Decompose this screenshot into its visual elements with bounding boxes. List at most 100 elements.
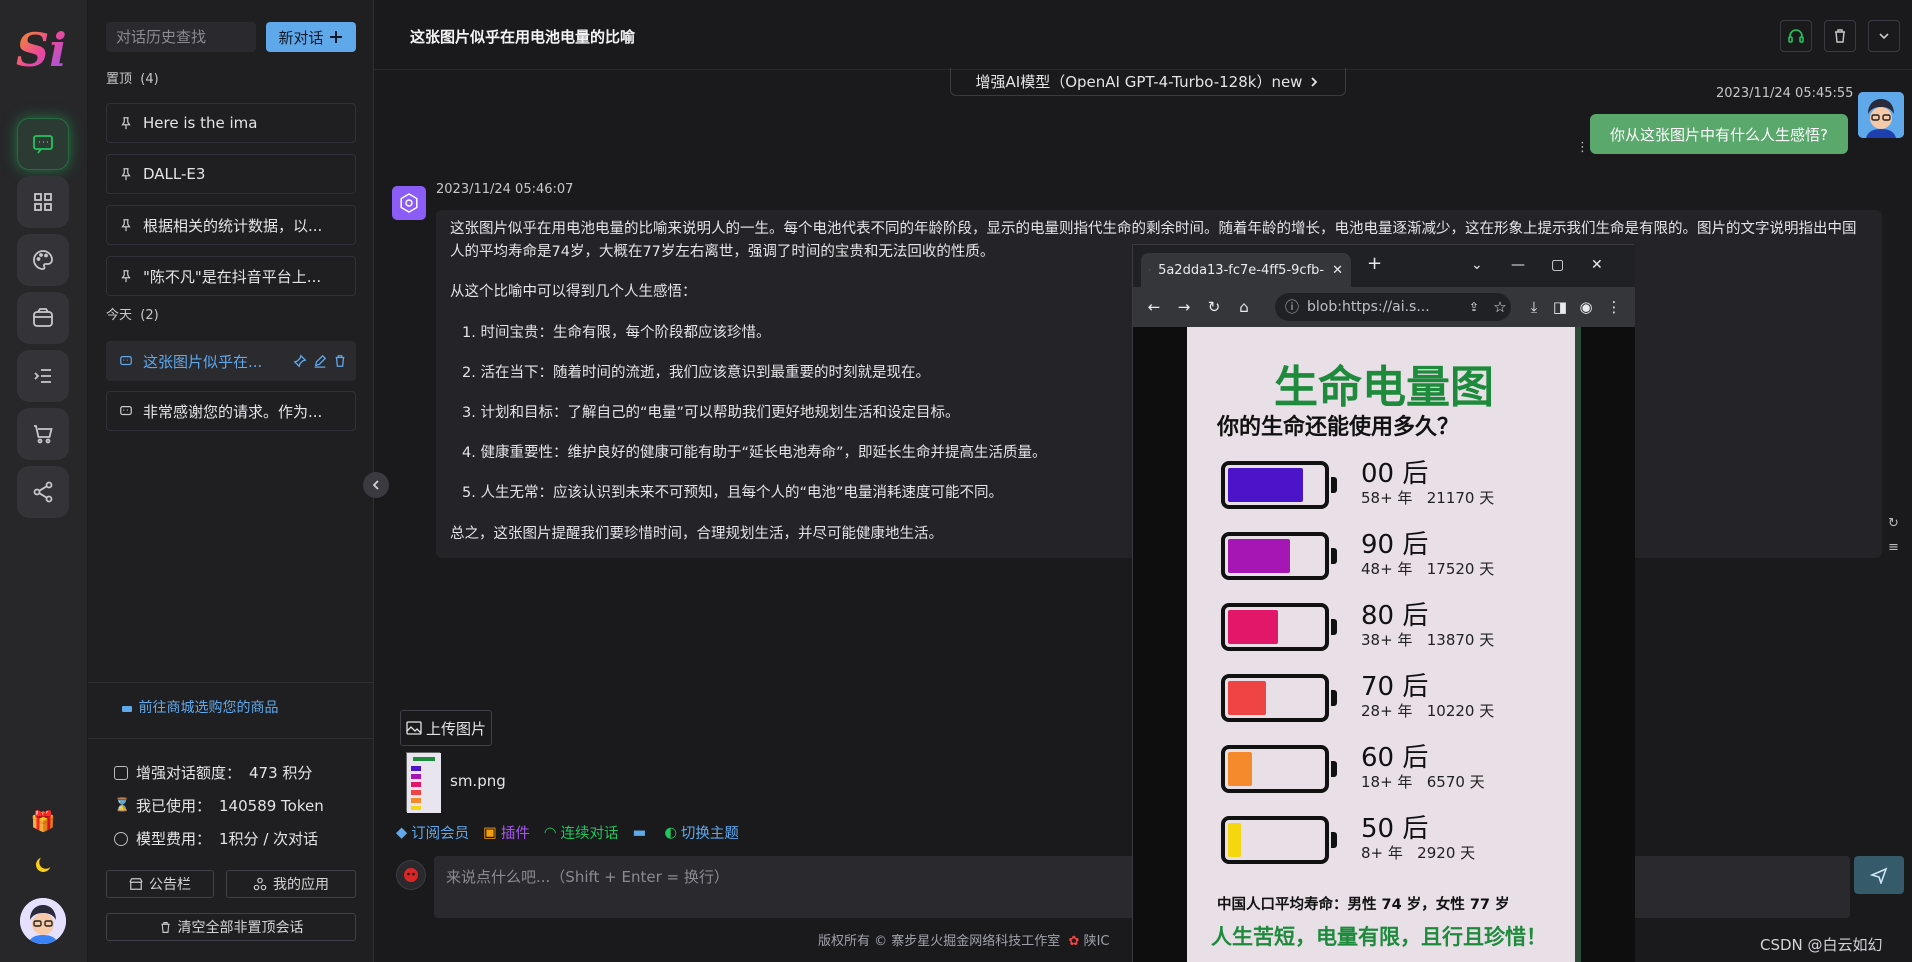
new-tab-icon[interactable]: + bbox=[1367, 253, 1382, 274]
continuous-chat-tool[interactable]: ◠ 连续对话 bbox=[544, 822, 619, 843]
active-conversation[interactable]: 这张图片似乎在... bbox=[106, 341, 356, 381]
chat-nav-button[interactable] bbox=[17, 118, 69, 170]
moon-icon[interactable] bbox=[30, 852, 56, 878]
home-icon[interactable]: ⌂ bbox=[1233, 296, 1255, 318]
tab-search-icon[interactable]: ⌄ bbox=[1471, 257, 1483, 273]
lines-icon[interactable]: ≡ bbox=[1888, 540, 1899, 555]
apps-nav-button[interactable] bbox=[17, 176, 69, 228]
shop-link[interactable]: 前往商城选购您的商品 bbox=[122, 697, 278, 717]
pinned-conversation[interactable]: "陈不凡"是在抖音平台上... bbox=[106, 256, 356, 296]
pinned-conversation[interactable]: 根据相关的统计数据，以... bbox=[106, 205, 356, 245]
subscribe-tool[interactable]: ◆ 订阅会员 bbox=[396, 822, 469, 843]
edit-icon[interactable] bbox=[313, 354, 327, 368]
chat-icon bbox=[33, 135, 53, 154]
list-nav-button[interactable] bbox=[17, 350, 69, 402]
pinned-count: (4) bbox=[140, 72, 159, 87]
refresh-icon[interactable]: ↻ bbox=[1888, 516, 1899, 531]
top-bar: 这张图片似乎在用电池电量的比喻 bbox=[374, 0, 1912, 70]
battery-icon bbox=[1221, 816, 1337, 864]
battery-fill bbox=[1228, 610, 1278, 644]
browser-tab[interactable]: 5a2dda13-fc7e-4ff5-9cfb- ✕ bbox=[1141, 253, 1351, 287]
generation-label: 00 后 bbox=[1361, 459, 1429, 489]
attachment-thumbnail[interactable] bbox=[406, 752, 441, 813]
today-conversation[interactable]: 非常感谢您的请求。作为... bbox=[106, 391, 356, 431]
send-button[interactable] bbox=[1854, 856, 1904, 894]
mask-button[interactable] bbox=[396, 860, 426, 890]
conversation-title: DALL-E3 bbox=[143, 165, 206, 183]
maximize-icon[interactable]: ▢ bbox=[1551, 257, 1564, 273]
chat-bubble-icon bbox=[120, 356, 132, 366]
trash-icon bbox=[160, 921, 170, 933]
gift-icon[interactable]: 🎁 bbox=[30, 808, 56, 834]
delete-chat-button[interactable] bbox=[1824, 20, 1856, 52]
footer: 版权所有 © 寨步星火掘金网络科技工作室 ✿ 陕IC bbox=[818, 930, 1110, 949]
profile-icon[interactable]: ◉ bbox=[1575, 296, 1597, 318]
list-indent-icon bbox=[34, 369, 51, 383]
pin-icon bbox=[121, 168, 131, 181]
more-options-button[interactable] bbox=[1868, 20, 1900, 52]
stat-label: 增强对话额度： bbox=[136, 764, 242, 782]
credit-stat: 增强对话额度： 473 积分 bbox=[114, 762, 312, 783]
generation-remaining: 38+ 年 13870 天 bbox=[1361, 631, 1495, 649]
user-avatar[interactable] bbox=[20, 898, 66, 944]
chat-bubble-icon bbox=[120, 406, 132, 416]
beian-icon: ✿ bbox=[1068, 934, 1080, 949]
copyright-text: 版权所有 © 寨步星火掘金网络科技工作室 bbox=[818, 934, 1061, 949]
cost-stat: 模型费用： 1积分 / 次对话 bbox=[114, 828, 318, 849]
keyboard-icon: ▬ bbox=[632, 824, 647, 841]
bookmark-star-icon[interactable]: ☆ bbox=[1489, 296, 1511, 318]
send-icon bbox=[1870, 867, 1888, 884]
model-selector[interactable]: 增强AI模型（OpenAI GPT-4-Turbo-128k）new bbox=[950, 68, 1346, 96]
back-icon[interactable]: ← bbox=[1143, 296, 1165, 318]
headset-button[interactable] bbox=[1780, 20, 1812, 52]
wallet-icon bbox=[33, 308, 53, 327]
theme-toggle-tool[interactable]: ◐ 切换主题 bbox=[664, 822, 739, 843]
generation-remaining: 48+ 年 17520 天 bbox=[1361, 560, 1495, 578]
share-icon bbox=[33, 481, 53, 503]
pinned-conversation[interactable]: Here is the ima bbox=[106, 103, 356, 143]
delete-icon[interactable] bbox=[333, 354, 347, 368]
share-nav-button[interactable] bbox=[17, 466, 69, 518]
message-menu-icon[interactable]: ⋮ bbox=[1576, 140, 1589, 155]
stat-value: 1积分 / 次对话 bbox=[219, 830, 319, 848]
plugin-icon: ▣ bbox=[483, 824, 497, 841]
draw-nav-button[interactable] bbox=[17, 234, 69, 286]
browser-toolbar: ← → ↻ ⌂ ⓘ blob:https://ai.s... ⇪ ☆ ⤓ ◨ ◉… bbox=[1133, 287, 1635, 327]
history-search-input[interactable]: 对话历史查找 bbox=[106, 22, 256, 52]
conversation-title: Here is the ima bbox=[143, 114, 258, 132]
stat-label: 模型费用： bbox=[136, 830, 212, 848]
life-battery-poster: 生命电量图 你的生命还能使用多久？ 00 后 58+ 年 21170 天 90 后4… bbox=[1187, 327, 1581, 962]
download-icon[interactable]: ⤓ bbox=[1523, 296, 1545, 318]
forward-icon[interactable]: → bbox=[1173, 296, 1195, 318]
browser-menu-icon[interactable]: ⋮ bbox=[1603, 296, 1625, 318]
clear-conversations-button[interactable]: 清空全部非置顶会话 bbox=[106, 913, 356, 941]
notice-button[interactable]: 公告栏 bbox=[106, 870, 214, 898]
share-page-icon[interactable]: ⇪ bbox=[1463, 296, 1485, 318]
close-window-icon[interactable]: ✕ bbox=[1591, 257, 1603, 273]
chevron-right-icon bbox=[1311, 76, 1318, 87]
close-tab-icon[interactable]: ✕ bbox=[1332, 263, 1343, 278]
reload-icon[interactable]: ↻ bbox=[1203, 296, 1225, 318]
my-apps-button[interactable]: 我的应用 bbox=[226, 870, 356, 898]
minimize-icon[interactable]: — bbox=[1511, 257, 1525, 273]
keyboard-tool[interactable]: ▬ bbox=[633, 822, 651, 843]
new-chat-button[interactable]: 新对话 bbox=[266, 22, 356, 52]
image-viewport: 生命电量图 你的生命还能使用多久？ 00 后 58+ 年 21170 天 90 后4… bbox=[1133, 327, 1635, 962]
generation-label: 70 后 bbox=[1361, 672, 1429, 702]
upload-image-button[interactable]: 上传图片 bbox=[400, 710, 492, 746]
plugin-tool[interactable]: ▣ 插件 bbox=[483, 822, 530, 843]
pin-conversation-icon[interactable] bbox=[293, 354, 307, 368]
collapse-sidebar-button[interactable] bbox=[363, 472, 389, 498]
tool-label: 切换主题 bbox=[680, 826, 739, 842]
watermark: CSDN @白云如幻 bbox=[1760, 936, 1883, 954]
pin-icon bbox=[121, 270, 131, 283]
pinned-conversation[interactable]: DALL-E3 bbox=[106, 154, 356, 194]
shop-nav-button[interactable] bbox=[17, 408, 69, 460]
openai-icon bbox=[400, 193, 418, 213]
sidepanel-icon[interactable]: ◨ bbox=[1549, 296, 1571, 318]
wallet-nav-button[interactable] bbox=[17, 292, 69, 344]
generation-remaining: 28+ 年 10220 天 bbox=[1361, 702, 1495, 720]
footer-extra: 陕IC bbox=[1083, 934, 1110, 949]
attachment-name: sm.png bbox=[450, 772, 506, 790]
poster-slogan: 人生苦短，电量有限，且行且珍惜！ bbox=[1211, 925, 1547, 949]
